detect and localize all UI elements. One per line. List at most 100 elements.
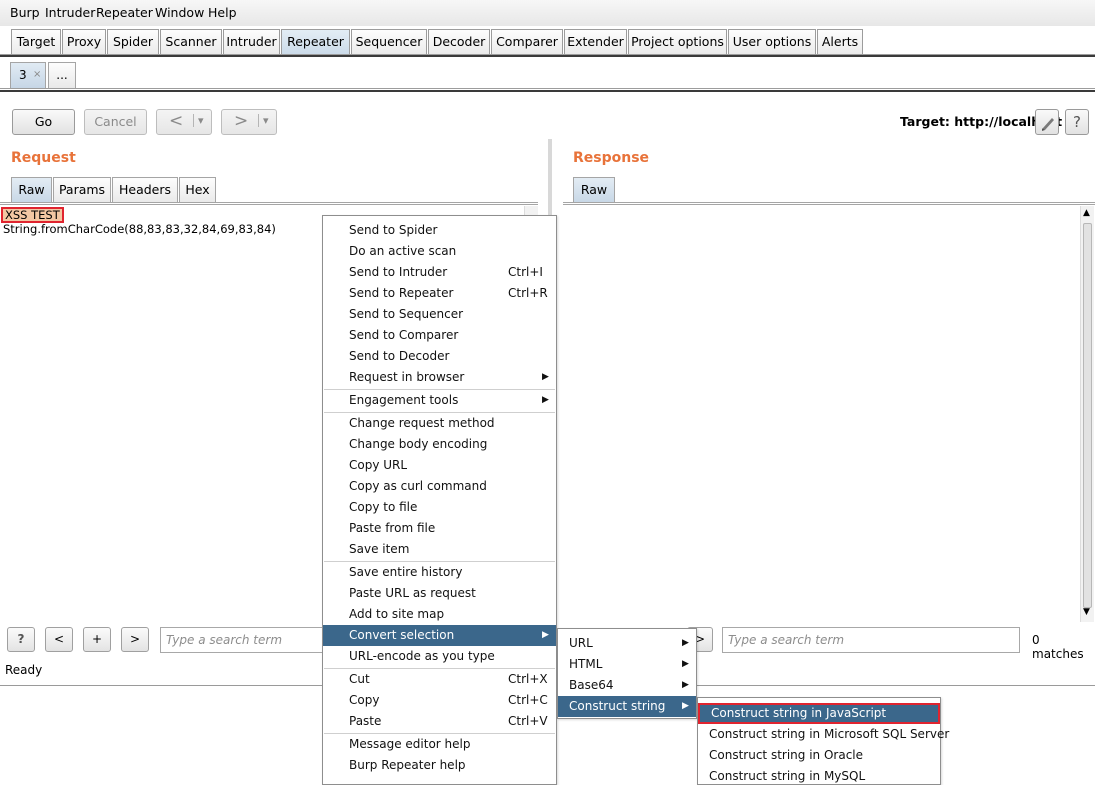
- menu-item-url-encode-as-you-type[interactable]: URL-encode as you type: [323, 646, 556, 667]
- menu-item-url[interactable]: URL ▶: [558, 633, 696, 654]
- tab-spider[interactable]: Spider: [107, 29, 159, 54]
- tab-alerts[interactable]: Alerts: [817, 29, 863, 54]
- menu-burp[interactable]: Burp: [10, 5, 40, 20]
- menu-item-label: Burp Repeater help: [349, 758, 466, 772]
- back-button[interactable]: < ▾: [156, 109, 212, 135]
- menu-item-paste-url-as-request[interactable]: Paste URL as request: [323, 583, 556, 604]
- menu-item-send-to-sequencer[interactable]: Send to Sequencer: [323, 304, 556, 325]
- menu-item-label: Convert selection: [349, 628, 455, 642]
- help-button[interactable]: ?: [1065, 109, 1089, 135]
- response-tab-raw[interactable]: Raw: [573, 177, 615, 203]
- menu-item-label: URL-encode as you type: [349, 649, 495, 663]
- menu-item-construct-string-in-mysql[interactable]: Construct string in MySQL: [698, 766, 940, 785]
- menu-item-change-body-encoding[interactable]: Change body encoding: [323, 434, 556, 455]
- menu-item-shortcut: Ctrl+C: [508, 693, 548, 707]
- request-line[interactable]: String.fromCharCode(88,83,83,32,84,69,83…: [3, 222, 276, 236]
- menu-window[interactable]: Window: [155, 5, 204, 20]
- request-line-selected[interactable]: XSS TEST: [1, 207, 64, 223]
- submenu-arrow-icon: ▶: [542, 372, 549, 382]
- menu-repeater[interactable]: Repeater: [96, 5, 153, 20]
- menu-item-construct-string-in-oracle[interactable]: Construct string in Oracle: [698, 745, 940, 766]
- repeater-tab-label: 3: [19, 68, 27, 82]
- menu-item-change-request-method[interactable]: Change request method: [323, 413, 556, 434]
- request-tab-hex[interactable]: Hex: [179, 177, 216, 203]
- menu-item-engagement-tools[interactable]: Engagement tools ▶: [323, 390, 556, 411]
- menu-item-copy-url[interactable]: Copy URL: [323, 455, 556, 476]
- response-editor[interactable]: [563, 206, 1095, 620]
- scroll-down-icon[interactable]: ▼: [1083, 607, 1090, 617]
- subtab-divider: [0, 88, 1095, 92]
- menu-item-send-to-intruder[interactable]: Send to Intruder Ctrl+I: [323, 262, 556, 283]
- tab-target[interactable]: Target: [11, 29, 61, 54]
- menu-item-label: Construct string in MySQL: [709, 769, 866, 783]
- forward-button[interactable]: > ▾: [221, 109, 277, 135]
- menu-item-message-editor-help[interactable]: Message editor help: [323, 734, 556, 755]
- menu-item-copy-as-curl-command[interactable]: Copy as curl command: [323, 476, 556, 497]
- tab-sequencer[interactable]: Sequencer: [351, 29, 427, 54]
- tab-repeater[interactable]: Repeater: [281, 29, 350, 57]
- menu-item-send-to-spider[interactable]: Send to Spider: [323, 220, 556, 241]
- tab-project-options[interactable]: Project options: [628, 29, 727, 54]
- go-button[interactable]: Go: [12, 109, 75, 135]
- response-scroll-thumb[interactable]: [1083, 223, 1092, 608]
- menu-item-send-to-comparer[interactable]: Send to Comparer: [323, 325, 556, 346]
- menu-item-label: Copy URL: [349, 458, 408, 472]
- tab-decoder[interactable]: Decoder: [428, 29, 490, 54]
- repeater-tab-new[interactable]: ...: [48, 62, 76, 88]
- request-tab-headers[interactable]: Headers: [112, 177, 178, 203]
- menu-item-add-to-site-map[interactable]: Add to site map: [323, 604, 556, 625]
- response-scrollbar[interactable]: ▲ ▼: [1080, 206, 1094, 622]
- response-search-input[interactable]: Type a search term: [722, 627, 1020, 653]
- tab-intruder[interactable]: Intruder: [223, 29, 280, 54]
- request-tab-raw[interactable]: Raw: [11, 177, 52, 203]
- request-search-next-button[interactable]: >: [121, 627, 149, 652]
- submenu-arrow-icon: ▶: [542, 395, 549, 405]
- tab-comparer[interactable]: Comparer: [491, 29, 563, 54]
- menu-item-label: Construct string in Microsoft SQL Server: [709, 727, 950, 741]
- request-search-prev-button[interactable]: <: [45, 627, 73, 652]
- menu-item-label: Send to Decoder: [349, 349, 450, 363]
- menu-item-copy[interactable]: Copy Ctrl+C: [323, 690, 556, 711]
- request-tab-params[interactable]: Params: [53, 177, 111, 203]
- menu-item-label: Construct string: [569, 699, 666, 713]
- menu-item-copy-to-file[interactable]: Copy to file: [323, 497, 556, 518]
- status-text: Ready: [5, 663, 43, 677]
- menu-item-paste-from-file[interactable]: Paste from file: [323, 518, 556, 539]
- menu-item-save-item[interactable]: Save item: [323, 539, 556, 560]
- menu-item-construct-string[interactable]: Construct string ▶: [558, 696, 696, 717]
- request-search-add-button[interactable]: +: [83, 627, 111, 652]
- menu-item-label: Copy as curl command: [349, 479, 487, 493]
- menu-item-burp-repeater-help[interactable]: Burp Repeater help: [323, 755, 556, 776]
- response-match-count: 0 matches: [1032, 633, 1084, 661]
- menu-help[interactable]: Help: [208, 5, 237, 20]
- request-search-input[interactable]: Type a search term: [160, 627, 335, 653]
- repeater-tab-3[interactable]: 3 ×: [10, 62, 46, 88]
- menu-item-html[interactable]: HTML ▶: [558, 654, 696, 675]
- forward-dropdown-icon[interactable]: ▾: [258, 114, 269, 127]
- tab-proxy[interactable]: Proxy: [62, 29, 106, 54]
- tab-extender[interactable]: Extender: [564, 29, 627, 54]
- menu-item-request-in-browser[interactable]: Request in browser ▶: [323, 367, 556, 388]
- menu-item-label: Copy: [349, 693, 380, 707]
- menu-item-base64[interactable]: Base64 ▶: [558, 675, 696, 696]
- close-icon[interactable]: ×: [33, 63, 41, 87]
- menu-item-do-an-active-scan[interactable]: Do an active scan: [323, 241, 556, 262]
- menu-item-convert-selection[interactable]: Convert selection ▶: [323, 625, 556, 646]
- menu-item-construct-string-in-microsoft-sql-server[interactable]: Construct string in Microsoft SQL Server: [698, 724, 949, 745]
- scroll-up-icon[interactable]: ▲: [1083, 208, 1090, 218]
- tab-user-options[interactable]: User options: [728, 29, 816, 54]
- tab-scanner[interactable]: Scanner: [160, 29, 222, 54]
- menu-intruder[interactable]: Intruder: [45, 5, 95, 20]
- submenu-arrow-icon: ▶: [682, 701, 689, 711]
- edit-target-button[interactable]: [1035, 109, 1059, 135]
- request-search-help-button[interactable]: ?: [7, 627, 35, 652]
- menu-item-send-to-decoder[interactable]: Send to Decoder: [323, 346, 556, 367]
- menu-item-paste[interactable]: Paste Ctrl+V: [323, 711, 556, 732]
- menu-item-save-entire-history[interactable]: Save entire history: [323, 562, 556, 583]
- menu-item-cut[interactable]: Cut Ctrl+X: [323, 669, 556, 690]
- menu-item-send-to-repeater[interactable]: Send to Repeater Ctrl+R: [323, 283, 556, 304]
- cancel-button[interactable]: Cancel: [84, 109, 147, 135]
- menu-item-construct-string-in-javascript[interactable]: Construct string in JavaScript: [698, 703, 940, 724]
- back-dropdown-icon[interactable]: ▾: [193, 114, 204, 127]
- submenu-arrow-icon: ▶: [542, 630, 549, 640]
